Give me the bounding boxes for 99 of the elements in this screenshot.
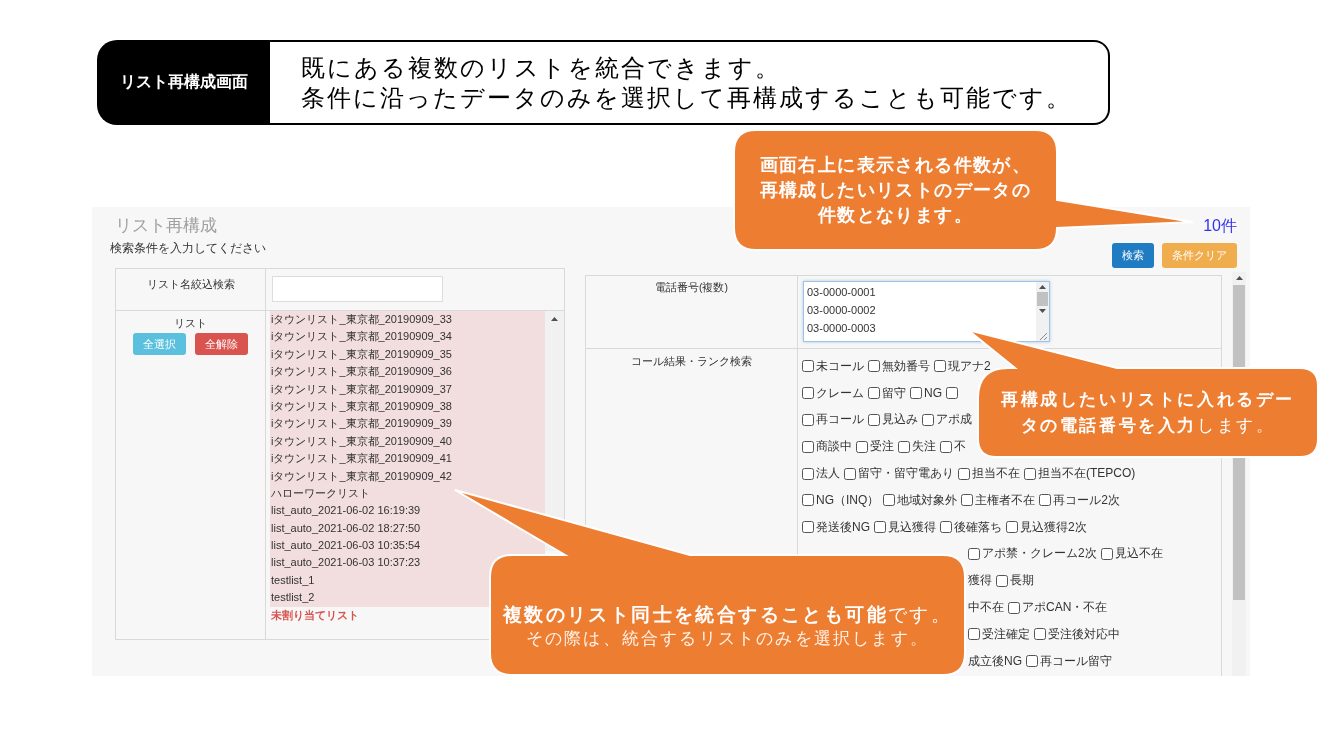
list-option[interactable]: iタウンリスト_東京都_20190909_39 bbox=[270, 415, 545, 433]
checkbox-option[interactable]: 受注 bbox=[856, 438, 894, 456]
scroll-down-icon[interactable] bbox=[1039, 309, 1046, 313]
checkbox[interactable] bbox=[940, 440, 952, 453]
instruction-text: 検索条件を入力してください bbox=[110, 241, 266, 256]
checkbox[interactable] bbox=[934, 360, 946, 373]
record-count: 10件 bbox=[1203, 216, 1237, 236]
checkbox-option[interactable]: 担当不在(TEPCO) bbox=[1024, 465, 1136, 483]
checkbox[interactable] bbox=[802, 414, 814, 426]
resize-handle-icon[interactable] bbox=[1038, 332, 1047, 340]
checkbox[interactable] bbox=[1026, 655, 1038, 668]
description-text: 既にある複数のリストを統合できます。 bbox=[301, 52, 781, 83]
checkbox-option[interactable]: 長期 bbox=[996, 572, 1034, 590]
phone-number-field[interactable]: 03-0000-0001 03-0000-0002 03-0000-0003 bbox=[803, 281, 1050, 342]
checkbox-option[interactable]: NG bbox=[910, 386, 942, 401]
checkbox[interactable] bbox=[922, 414, 934, 426]
list-name-search-field[interactable] bbox=[272, 276, 443, 302]
checkbox-option[interactable]: 現アナ2 bbox=[934, 357, 991, 375]
checkbox-option[interactable]: 受注後対応中 bbox=[1034, 625, 1120, 643]
checkbox[interactable] bbox=[940, 521, 952, 534]
checkbox-label: 成立後NG bbox=[968, 652, 1022, 670]
checkbox-option[interactable]: 無効番号 bbox=[868, 357, 930, 375]
checkbox-option[interactable]: 再コール2次 bbox=[1039, 491, 1121, 509]
scroll-up-icon[interactable] bbox=[1235, 276, 1243, 280]
checkbox[interactable] bbox=[1006, 521, 1018, 534]
list-option[interactable]: iタウンリスト_東京都_20190909_36 bbox=[270, 363, 545, 381]
checkbox-option[interactable]: 留守 bbox=[868, 384, 906, 402]
checkbox-option[interactable]: 法人 bbox=[802, 465, 840, 483]
checkbox[interactable] bbox=[910, 387, 922, 400]
checkbox-option[interactable]: 主権者不在 bbox=[961, 491, 1036, 509]
field-label: リスト bbox=[174, 316, 207, 330]
checkbox[interactable] bbox=[898, 440, 910, 453]
checkbox-option[interactable]: アポCAN・不在 bbox=[1008, 599, 1108, 617]
checkbox-option[interactable]: 後確落ち bbox=[940, 518, 1002, 536]
field-label: コール結果・ランク検索 bbox=[631, 354, 752, 368]
checkbox-option[interactable]: 失注 bbox=[898, 438, 936, 456]
callout-note: その際は、統合するリストのみを選択します。 bbox=[525, 628, 930, 650]
checkbox[interactable] bbox=[883, 494, 896, 507]
checkbox[interactable] bbox=[1034, 628, 1046, 641]
field-label: リスト名絞込検索 bbox=[146, 277, 235, 291]
checkbox[interactable] bbox=[1024, 467, 1036, 480]
scrollbar[interactable] bbox=[1036, 282, 1049, 341]
checkbox-option[interactable]: 不 bbox=[940, 438, 966, 456]
checkbox-option[interactable]: 受注確定 bbox=[968, 625, 1030, 643]
page-title: リスト再構成 bbox=[115, 216, 217, 236]
field-label: 電話番号(複数) bbox=[655, 280, 728, 294]
checkbox[interactable] bbox=[996, 574, 1008, 587]
checkbox[interactable] bbox=[968, 628, 980, 641]
checkbox-option[interactable]: 発送後NG bbox=[802, 518, 870, 536]
checkbox[interactable] bbox=[802, 521, 814, 534]
checkbox[interactable] bbox=[802, 440, 814, 453]
checkbox-option[interactable]: 未コール bbox=[802, 357, 864, 375]
checkbox-option[interactable]: 留守・留守電あり bbox=[844, 465, 954, 483]
checkbox-option[interactable]: 地域対象外 bbox=[883, 491, 958, 509]
checkbox-option[interactable]: 担当不在 bbox=[958, 465, 1020, 483]
search-button[interactable]: 検索 bbox=[1112, 243, 1154, 268]
checkbox[interactable] bbox=[802, 387, 814, 400]
list-option[interactable]: iタウンリスト_東京都_20190909_41 bbox=[270, 450, 545, 468]
checkbox-option[interactable]: 見込不在 bbox=[1100, 545, 1163, 563]
checkbox-option[interactable]: 再コール留守 bbox=[1026, 652, 1112, 670]
scrollbar-thumb[interactable] bbox=[1037, 292, 1048, 306]
list-option[interactable]: list_auto_2021-06-03 10:35:54 bbox=[270, 537, 545, 555]
checkbox[interactable] bbox=[802, 494, 814, 507]
checkbox[interactable] bbox=[802, 360, 814, 373]
checkbox[interactable] bbox=[868, 360, 880, 373]
list-option[interactable]: iタウンリスト_東京都_20190909_33 bbox=[270, 311, 545, 329]
checkbox[interactable] bbox=[968, 547, 980, 560]
checkbox[interactable] bbox=[958, 467, 970, 480]
checkbox[interactable] bbox=[1008, 601, 1020, 614]
checkbox-label: 獲得 bbox=[968, 572, 992, 590]
checkbox[interactable] bbox=[1100, 547, 1113, 560]
checkbox-option[interactable]: 商談中 bbox=[802, 438, 852, 456]
checkbox[interactable] bbox=[946, 387, 958, 400]
checkbox-option[interactable]: 見込獲得 bbox=[874, 518, 936, 536]
checkbox[interactable] bbox=[868, 387, 880, 400]
deselect-all-button[interactable]: 全解除 bbox=[195, 333, 248, 355]
checkbox[interactable] bbox=[802, 467, 814, 480]
checkbox-option[interactable]: 再コール bbox=[802, 411, 864, 429]
checkbox[interactable] bbox=[874, 521, 886, 534]
description-text: 条件に沿ったデータのみを選択して再構成することも可能です。 bbox=[301, 82, 1072, 113]
checkbox[interactable] bbox=[844, 467, 856, 480]
checkbox-option[interactable]: NG（INQ） bbox=[802, 491, 880, 509]
list-option[interactable]: 未割り当てリスト bbox=[270, 606, 359, 625]
checkbox-label: 中不在 bbox=[968, 599, 1004, 617]
list-option[interactable]: iタウンリスト_東京都_20190909_34 bbox=[270, 328, 545, 346]
checkbox[interactable] bbox=[856, 440, 868, 453]
checkbox-option[interactable]: 見込み bbox=[868, 411, 918, 429]
checkbox[interactable] bbox=[961, 494, 974, 507]
checkbox-option[interactable]: アポ禁・クレーム2次 bbox=[968, 545, 1097, 563]
checkbox-option[interactable]: クレーム bbox=[802, 384, 864, 402]
callout-text: 再構成したいリストに入れるデータの電話番号を入力します。 bbox=[1000, 388, 1296, 437]
scroll-up-icon[interactable] bbox=[1039, 285, 1046, 289]
callout-text: 画面右上に表示される件数が、再構成したいリストのデータの件数となります。 bbox=[758, 153, 1033, 227]
checkbox-option[interactable]: 見込獲得2次 bbox=[1006, 518, 1087, 536]
checkbox[interactable] bbox=[868, 414, 880, 426]
checkbox-option[interactable]: アポ成 bbox=[922, 411, 972, 429]
scroll-up-icon[interactable] bbox=[551, 317, 558, 321]
checkbox[interactable] bbox=[1039, 494, 1052, 507]
page-label: リスト再構成画面 bbox=[97, 40, 270, 125]
